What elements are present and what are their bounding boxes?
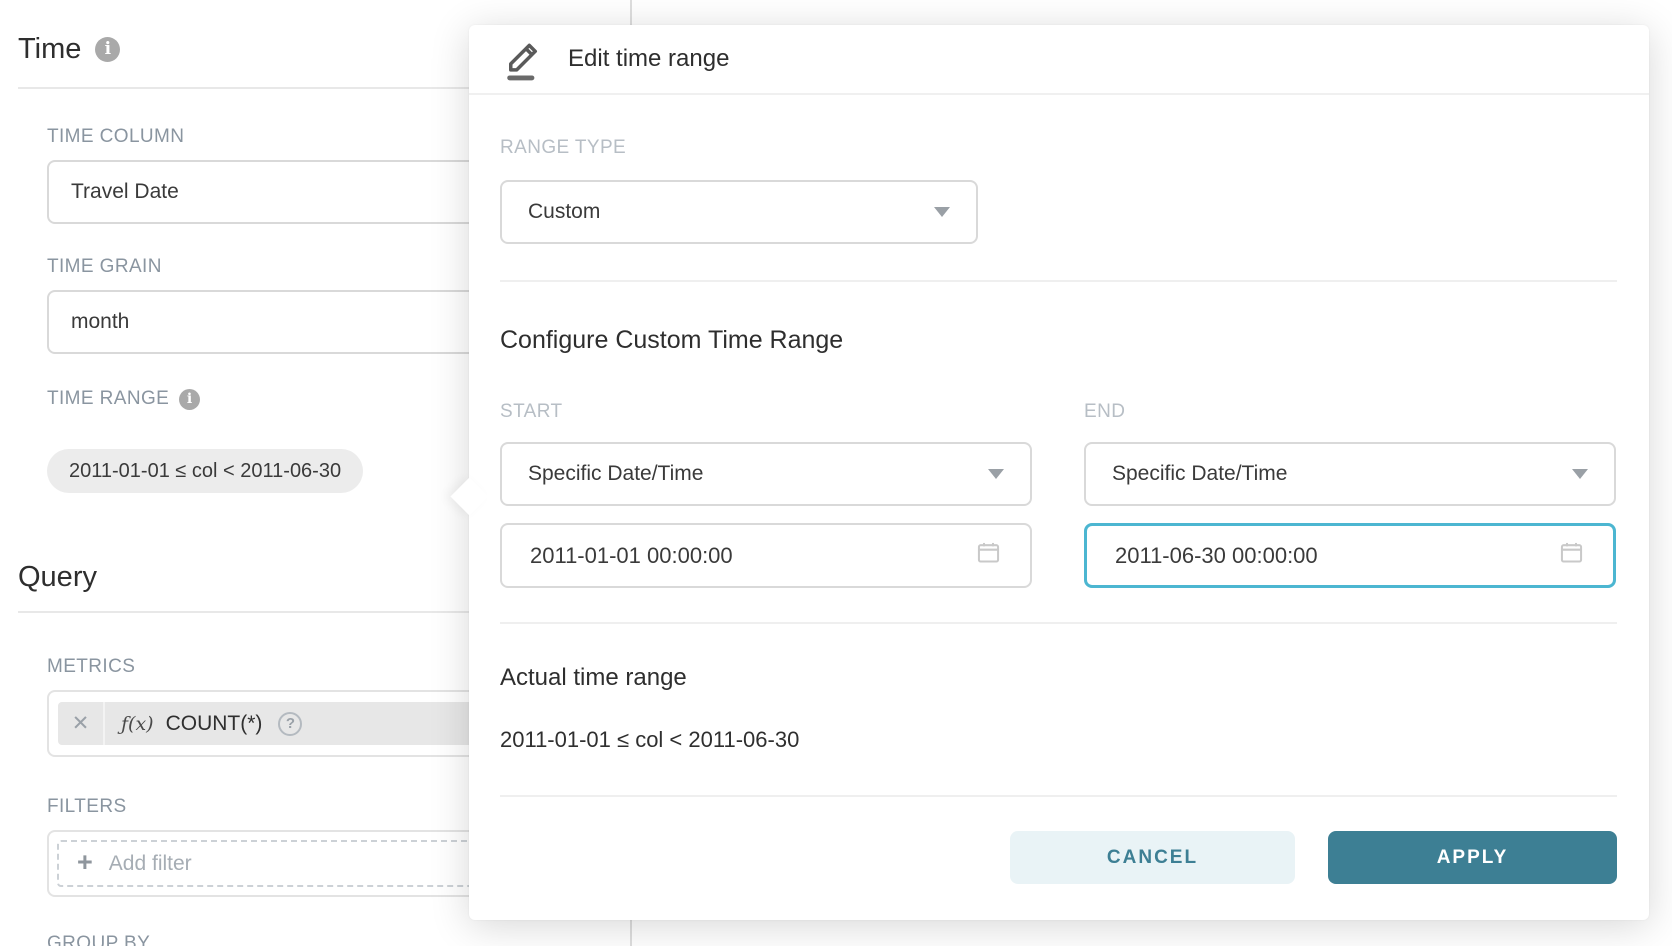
time-grain-value: month xyxy=(71,310,129,334)
cancel-button[interactable]: CANCEL xyxy=(1010,831,1295,884)
start-datetime-value: 2011-01-01 00:00:00 xyxy=(530,543,733,569)
query-section-header: Query xyxy=(18,561,97,594)
time-range-label: TIME RANGE i xyxy=(47,388,200,410)
apply-button[interactable]: APPLY xyxy=(1328,831,1617,884)
time-grain-label: TIME GRAIN xyxy=(47,256,162,278)
question-circle-icon[interactable]: ? xyxy=(278,712,302,736)
explore-screen: Time i TIME COLUMN Travel Date TIME GRAI… xyxy=(0,0,1672,946)
chevron-down-icon xyxy=(1572,469,1588,479)
start-mode-value: Specific Date/Time xyxy=(528,462,703,486)
x-icon[interactable]: ✕ xyxy=(58,702,105,745)
end-label: END xyxy=(1084,401,1125,423)
filters-label: FILTERS xyxy=(47,796,127,818)
popover-header: Edit time range xyxy=(469,25,1649,93)
chevron-down-icon xyxy=(988,469,1004,479)
time-column-label: TIME COLUMN xyxy=(47,126,184,148)
range-type-select[interactable]: Custom xyxy=(500,180,978,244)
edit-time-range-popover: Edit time range RANGE TYPE Custom Config… xyxy=(469,25,1649,920)
info-icon[interactable]: i xyxy=(95,37,120,62)
modal-divider xyxy=(500,622,1617,624)
metrics-label: METRICS xyxy=(47,656,135,678)
metric-chip-value: COUNT(*) xyxy=(166,712,263,736)
modal-divider xyxy=(500,795,1617,797)
time-section-title: Time xyxy=(18,33,81,66)
time-range-pill[interactable]: 2011-01-01 ≤ col < 2011-06-30 xyxy=(47,449,363,493)
end-datetime-input[interactable]: 2011-06-30 00:00:00 xyxy=(1084,523,1616,588)
range-type-value: Custom xyxy=(528,200,600,224)
add-filter-text: Add filter xyxy=(109,852,192,876)
calendar-icon[interactable] xyxy=(975,539,1002,572)
header-divider xyxy=(469,93,1649,95)
time-section-header: Time i xyxy=(18,33,120,66)
modal-divider xyxy=(500,280,1617,282)
actual-time-range-value: 2011-01-01 ≤ col < 2011-06-30 xyxy=(500,727,799,753)
end-mode-value: Specific Date/Time xyxy=(1112,462,1287,486)
range-type-label: RANGE TYPE xyxy=(500,137,626,159)
actual-time-range-heading: Actual time range xyxy=(500,663,687,693)
end-datetime-value: 2011-06-30 00:00:00 xyxy=(1115,543,1318,569)
popover-title: Edit time range xyxy=(568,45,729,73)
time-column-value: Travel Date xyxy=(71,180,179,204)
pencil-icon xyxy=(502,36,544,82)
group-by-label: GROUP BY xyxy=(47,933,150,946)
start-datetime-input[interactable]: 2011-01-01 00:00:00 xyxy=(500,523,1032,588)
time-range-pill-text: 2011-01-01 ≤ col < 2011-06-30 xyxy=(69,460,341,483)
chevron-down-icon xyxy=(934,207,950,217)
configure-heading: Configure Custom Time Range xyxy=(500,325,843,355)
function-icon: ƒ(x) xyxy=(121,713,154,735)
query-section-title: Query xyxy=(18,561,97,594)
start-label: START xyxy=(500,401,563,423)
popover-arrow xyxy=(450,477,488,515)
plus-icon: + xyxy=(77,849,93,876)
calendar-icon[interactable] xyxy=(1558,539,1585,572)
info-icon[interactable]: i xyxy=(179,389,200,410)
start-mode-select[interactable]: Specific Date/Time xyxy=(500,442,1032,506)
end-mode-select[interactable]: Specific Date/Time xyxy=(1084,442,1616,506)
